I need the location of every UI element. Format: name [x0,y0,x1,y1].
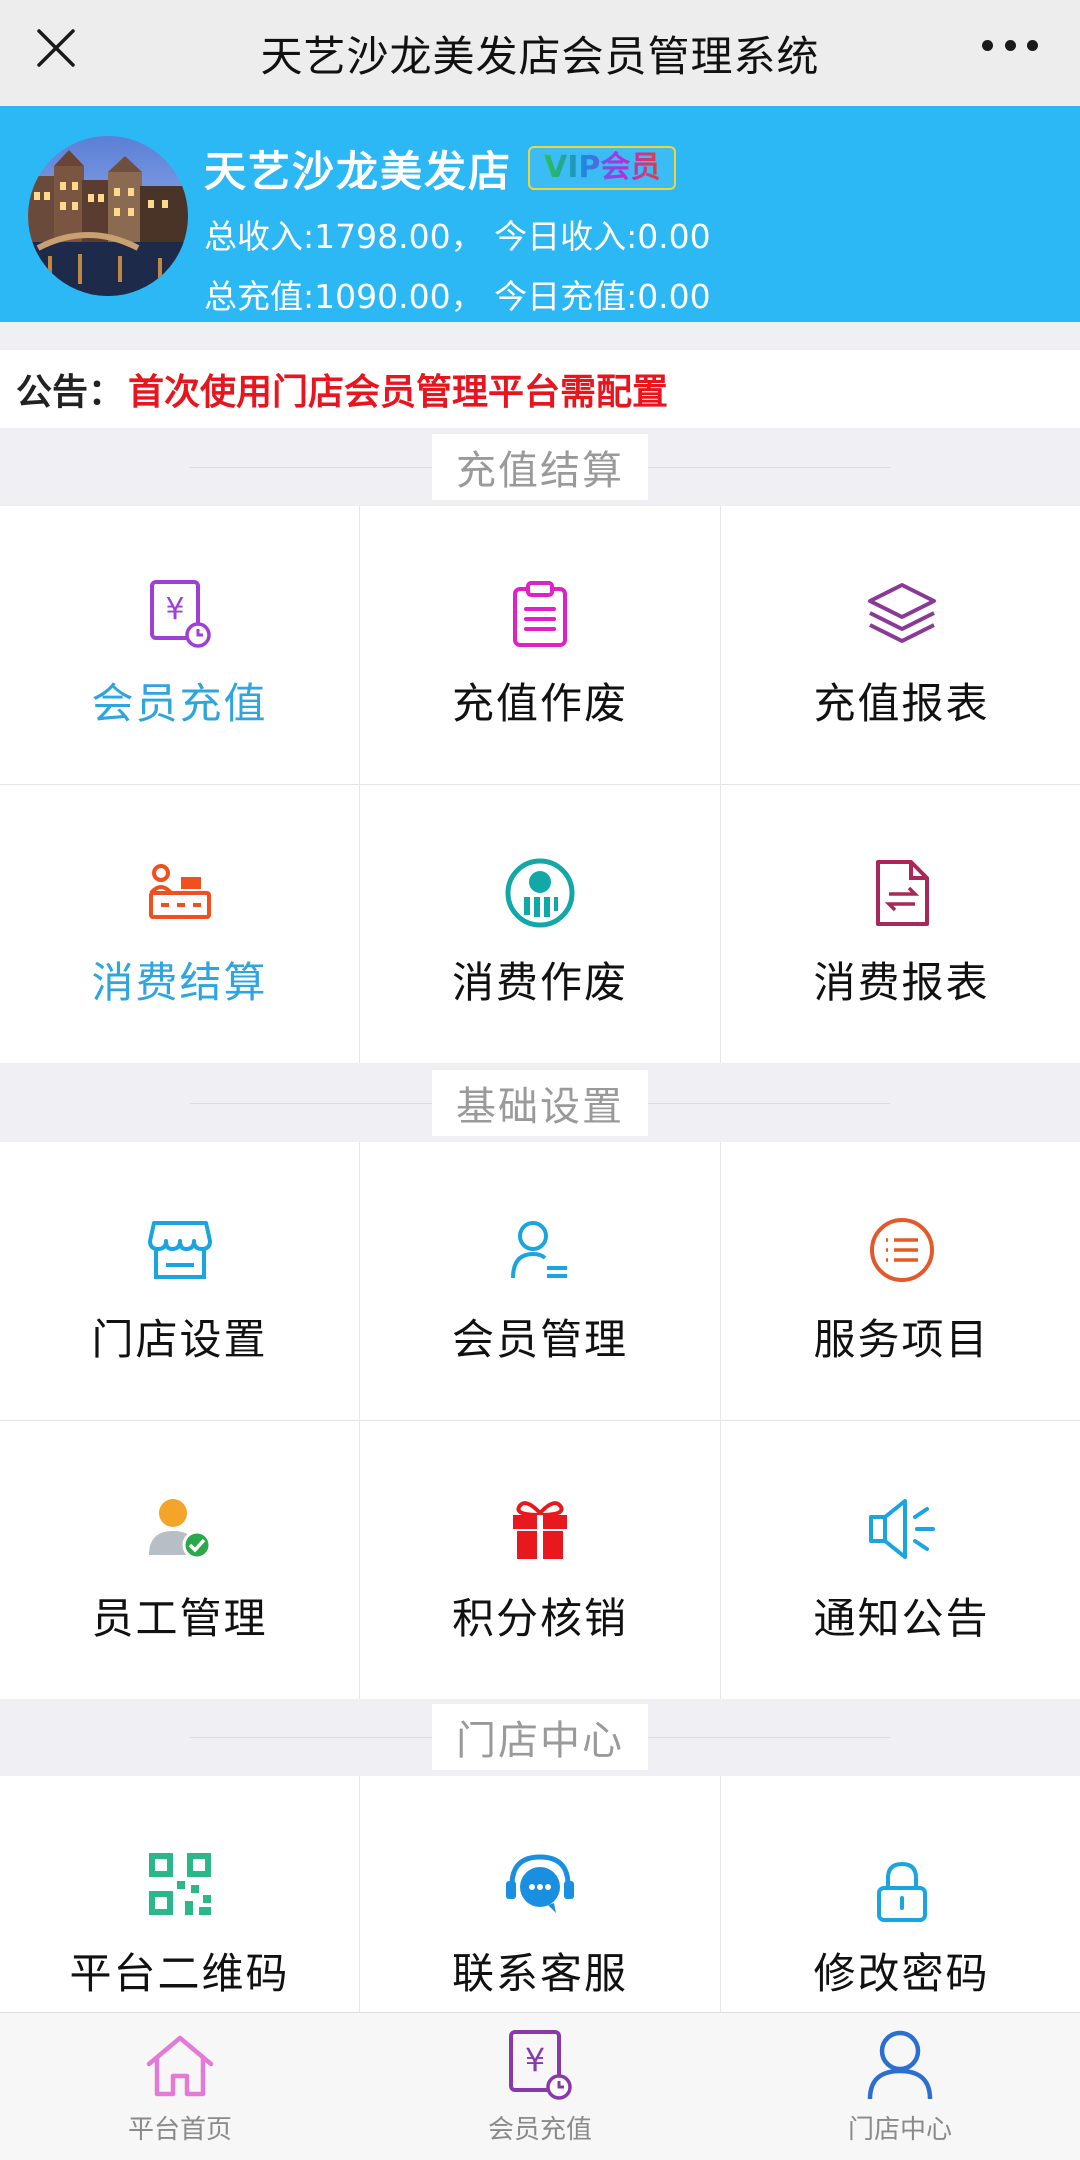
menu-label: 充值作废 [451,679,628,728]
svg-text:¥: ¥ [525,2041,545,2079]
menu-label: 消费作废 [451,958,628,1007]
storefront-icon [144,1214,216,1286]
recharge-grid: ¥ 会员充值 充值作废 充值报表 消费结算 消费作废 消费报表 [0,506,1080,1063]
qr-code-icon [144,1848,216,1920]
bottom-tab-bar: 平台首页 ¥ 会员充值 门店中心 [0,2012,1080,2160]
recharge-report-button[interactable]: 充值报表 [721,506,1080,784]
section-header-store-center: 门店中心 [0,1698,1080,1776]
service-items-button[interactable]: 服务项目 [721,1142,1080,1420]
store-header: 天艺沙龙美发店 VIP会员 总收入:1798.00， 今日收入:0.00 总充值… [0,106,1080,322]
document-exchange-icon [866,857,938,929]
menu-label: 通知公告 [813,1594,990,1643]
menu-label: 联系客服 [451,1949,628,1998]
section-title: 基础设置 [432,1070,648,1136]
chart-circle-icon [504,857,576,929]
notice-announce-button[interactable]: 通知公告 [721,1421,1080,1699]
section-header-basic: 基础设置 [0,1064,1080,1142]
menu-label: 会员充值 [91,679,268,728]
recharge-void-button[interactable]: 充值作废 [360,506,720,784]
home-icon [142,2027,218,2103]
close-icon [37,29,75,67]
announcement-text: 首次使用门店会员管理平台需配置 [128,372,669,413]
income-stats: 总收入:1798.00， 今日收入:0.00 [204,217,711,256]
member-management-button[interactable]: 会员管理 [360,1142,720,1420]
section-title: 充值结算 [432,434,648,500]
menu-label: 平台二维码 [69,1949,290,1998]
recharge-receipt-icon: ¥ [502,2027,578,2103]
tab-member-recharge[interactable]: ¥ 会员充值 [360,2013,720,2160]
member-list-icon [504,1214,576,1286]
more-dot-icon [982,39,993,51]
tab-label: 门店中心 [847,2115,952,2145]
cashier-icon [144,857,216,929]
shop-name: 天艺沙龙美发店 [204,147,513,196]
menu-label: 员工管理 [91,1594,268,1643]
menu-label: 充值报表 [813,679,990,728]
layers-icon [866,578,938,650]
staff-management-button[interactable]: 员工管理 [0,1421,359,1699]
user-icon [862,2027,938,2103]
store-avatar[interactable] [28,136,188,296]
section-header-recharge: 充值结算 [0,428,1080,506]
menu-label: 服务项目 [813,1315,990,1364]
canal-houses-photo [28,136,188,296]
recharge-stats: 总充值:1090.00， 今日充值:0.00 [204,277,711,316]
recharge-receipt-icon: ¥ [144,578,216,650]
top-nav-bar: 天艺沙龙美发店会员管理系统 [0,0,1080,106]
vip-badge: VIP会员 [528,146,677,190]
announcement-label: 公告： [16,372,125,413]
more-dot-icon [1004,39,1016,51]
menu-label: 积分核销 [451,1594,628,1643]
clipboard-icon [504,578,576,650]
close-button[interactable] [26,18,86,78]
menu-label: 门店设置 [91,1315,268,1364]
more-menu-button[interactable] [982,38,1038,52]
employee-check-icon [144,1493,216,1565]
service-list-icon [866,1214,938,1286]
page-title: 天艺沙龙美发店会员管理系统 [260,31,820,81]
tab-label: 会员充值 [487,2115,592,2145]
section-title: 门店中心 [432,1704,648,1770]
tab-label: 平台首页 [127,2115,232,2145]
speaker-icon [866,1493,938,1565]
menu-label: 修改密码 [813,1949,990,1998]
consume-void-button[interactable]: 消费作废 [360,785,720,1063]
announcement-bar[interactable]: 公告： 首次使用门店会员管理平台需配置 [0,350,1080,428]
store-settings-button[interactable]: 门店设置 [0,1142,359,1420]
lock-icon [866,1856,938,1928]
settings-grid: 门店设置 会员管理 服务项目 员工管理 积分核销 通知公告 [0,1142,1080,1699]
more-dot-icon [1027,39,1038,51]
consume-settle-button[interactable]: 消费结算 [0,785,359,1063]
tab-store-center[interactable]: 门店中心 [720,2013,1080,2160]
points-redeem-button[interactable]: 积分核销 [360,1421,720,1699]
gift-icon [504,1493,576,1565]
menu-label: 消费报表 [813,958,990,1007]
menu-label: 会员管理 [451,1315,628,1364]
svg-text:¥: ¥ [165,592,184,627]
consume-report-button[interactable]: 消费报表 [721,785,1080,1063]
member-recharge-button[interactable]: ¥ 会员充值 [0,506,359,784]
menu-label: 消费结算 [91,958,268,1007]
customer-service-icon [504,1848,576,1920]
tab-platform-home[interactable]: 平台首页 [0,2013,360,2160]
